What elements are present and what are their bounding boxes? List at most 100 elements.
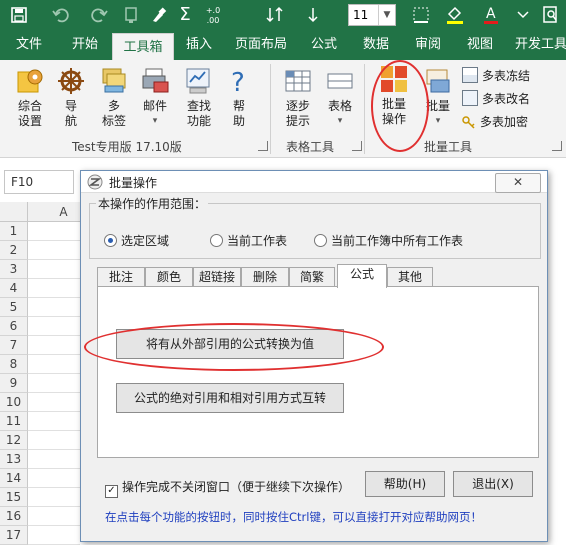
multi-label-label: 多 标签 (101, 99, 126, 128)
tab-view[interactable]: 视图 (458, 30, 502, 60)
row-header[interactable]: 3 (0, 260, 28, 279)
sort-desc-icon[interactable] (300, 4, 326, 26)
search-icon[interactable] (540, 4, 562, 26)
keep-open-checkbox[interactable]: ✓ 操作完成不关闭窗口（便于继续下次操作） (105, 480, 350, 498)
exit-button[interactable]: 退出(X) (453, 471, 533, 497)
radio-current-sheet[interactable]: 当前工作表 (210, 234, 287, 248)
radio-selected-range[interactable]: 选定区域 (104, 234, 169, 248)
tab-formulas[interactable]: 公式 (302, 30, 346, 60)
dialog-tab-formula[interactable]: 公式 (337, 264, 387, 288)
row-header[interactable]: 15 (0, 488, 28, 507)
select-all-corner[interactable] (0, 202, 28, 222)
annotation-circle (371, 60, 429, 152)
border-icon[interactable] (408, 4, 434, 26)
row-header[interactable]: 6 (0, 317, 28, 336)
quick-access-toolbar: Σ +.0 .00 11 ▼ A (0, 0, 566, 30)
redo-icon[interactable] (88, 4, 110, 26)
grid-line (28, 449, 80, 450)
help-button[interactable]: ? 帮 助 (224, 66, 254, 129)
close-button[interactable]: ✕ (495, 173, 541, 193)
group-launcher-icon[interactable] (258, 141, 268, 151)
gear-icon (17, 69, 43, 93)
find-button[interactable]: 查找 功能 (180, 66, 218, 129)
tab-page-layout[interactable]: 页面布局 (228, 30, 294, 60)
tab-insert[interactable]: 插入 (178, 30, 220, 60)
dialog-tab-comments[interactable]: 批注 (97, 267, 145, 287)
row-header[interactable]: 13 (0, 450, 28, 469)
help-icon: ? (231, 68, 245, 96)
font-size-box[interactable]: 11 ▼ (348, 4, 396, 26)
step-hint-button[interactable]: 逐步 提示 (278, 66, 318, 129)
keep-open-label: 操作完成不关闭窗口（便于继续下次操作） (122, 480, 351, 494)
fill-color-icon[interactable] (442, 4, 468, 26)
tab-developer[interactable]: 开发工具 (510, 30, 566, 60)
row-header[interactable]: 9 (0, 374, 28, 393)
row-header[interactable]: 10 (0, 393, 28, 412)
radio-dot (210, 234, 223, 247)
group-label-batch-tools: 批量工具 (424, 140, 473, 154)
tab-toolbox[interactable]: 工具箱 (112, 33, 174, 61)
grid-line (28, 259, 80, 260)
name-box[interactable]: F10 (4, 170, 74, 194)
chevron-down-icon: ▾ (152, 116, 158, 126)
dialog-tab-colors[interactable]: 颜色 (145, 267, 193, 287)
multi-encrypt-label: 多表加密 (480, 115, 529, 129)
dialog-tab-simplified-traditional[interactable]: 简繁 (289, 267, 335, 287)
group-label-table-tools: 表格工具 (286, 140, 335, 154)
row-header[interactable]: 4 (0, 279, 28, 298)
group-launcher-icon[interactable] (352, 141, 362, 151)
tab-data[interactable]: 数据 (354, 30, 398, 60)
save-icon[interactable] (8, 4, 30, 26)
radio-all-sheets[interactable]: 当前工作簿中所有工作表 (314, 234, 463, 248)
row-header[interactable]: 14 (0, 469, 28, 488)
grid-line (28, 392, 80, 393)
table-button[interactable]: 表格 ▾ (322, 66, 358, 129)
row-header[interactable]: 1 (0, 222, 28, 241)
undo-icon[interactable] (50, 4, 72, 26)
row-header[interactable]: 11 (0, 412, 28, 431)
mail-button[interactable]: 邮件 ▾ (138, 66, 172, 129)
settings-label: 综合 设置 (17, 99, 42, 128)
grid-line (28, 506, 80, 507)
grid-line (28, 316, 80, 317)
grid-line (28, 468, 80, 469)
help-label: 帮 助 (232, 99, 245, 128)
row-header[interactable]: 5 (0, 298, 28, 317)
dialog-tab-delete[interactable]: 删除 (241, 267, 289, 287)
sum-icon[interactable]: Σ (174, 4, 196, 26)
format-painter-icon[interactable] (122, 4, 142, 26)
multi-label-button[interactable]: 多 标签 (94, 66, 134, 129)
row-header[interactable]: 8 (0, 355, 28, 374)
row-header[interactable]: 16 (0, 507, 28, 526)
help-dialog-button[interactable]: 帮助(H) (365, 471, 445, 497)
nav-button[interactable]: 导 航 (54, 66, 88, 129)
svg-text:A: A (486, 6, 496, 22)
multi-encrypt-button[interactable]: 多表加密 (462, 112, 528, 132)
toggle-absolute-relative-button[interactable]: 公式的绝对引用和相对引用方式互转 (116, 383, 344, 413)
row-header[interactable]: 7 (0, 336, 28, 355)
row-header[interactable]: 2 (0, 241, 28, 260)
settings-button[interactable]: 综合 设置 (8, 66, 52, 129)
dialog-tab-hyperlinks[interactable]: 超链接 (193, 267, 241, 287)
tab-review[interactable]: 审阅 (406, 30, 450, 60)
tab-home[interactable]: 开始 (62, 30, 108, 60)
chevron-down-icon: ▾ (337, 116, 343, 126)
rename-icon (462, 90, 478, 106)
decimal-icon[interactable]: +.0 .00 (200, 4, 226, 28)
row-header[interactable]: 12 (0, 431, 28, 450)
row-header[interactable]: 17 (0, 526, 28, 545)
tab-file[interactable]: 文件 (6, 30, 52, 60)
grid-line (28, 335, 80, 336)
dialog-tab-other[interactable]: 其他 (387, 267, 433, 287)
sort-icon[interactable] (262, 4, 288, 26)
font-color-dropdown-icon[interactable] (512, 4, 534, 26)
group-launcher-icon[interactable] (552, 141, 562, 151)
svg-text:?: ? (231, 68, 245, 96)
font-color-icon[interactable]: A (478, 4, 504, 26)
chevron-down-icon[interactable]: ▼ (378, 5, 395, 25)
multi-rename-button[interactable]: 多表改名 (462, 89, 530, 109)
brush-icon[interactable] (148, 4, 170, 26)
multi-freeze-button[interactable]: 多表冻结 (462, 66, 530, 86)
grid-table-icon (285, 70, 311, 92)
table-label: 表格 (327, 99, 352, 113)
